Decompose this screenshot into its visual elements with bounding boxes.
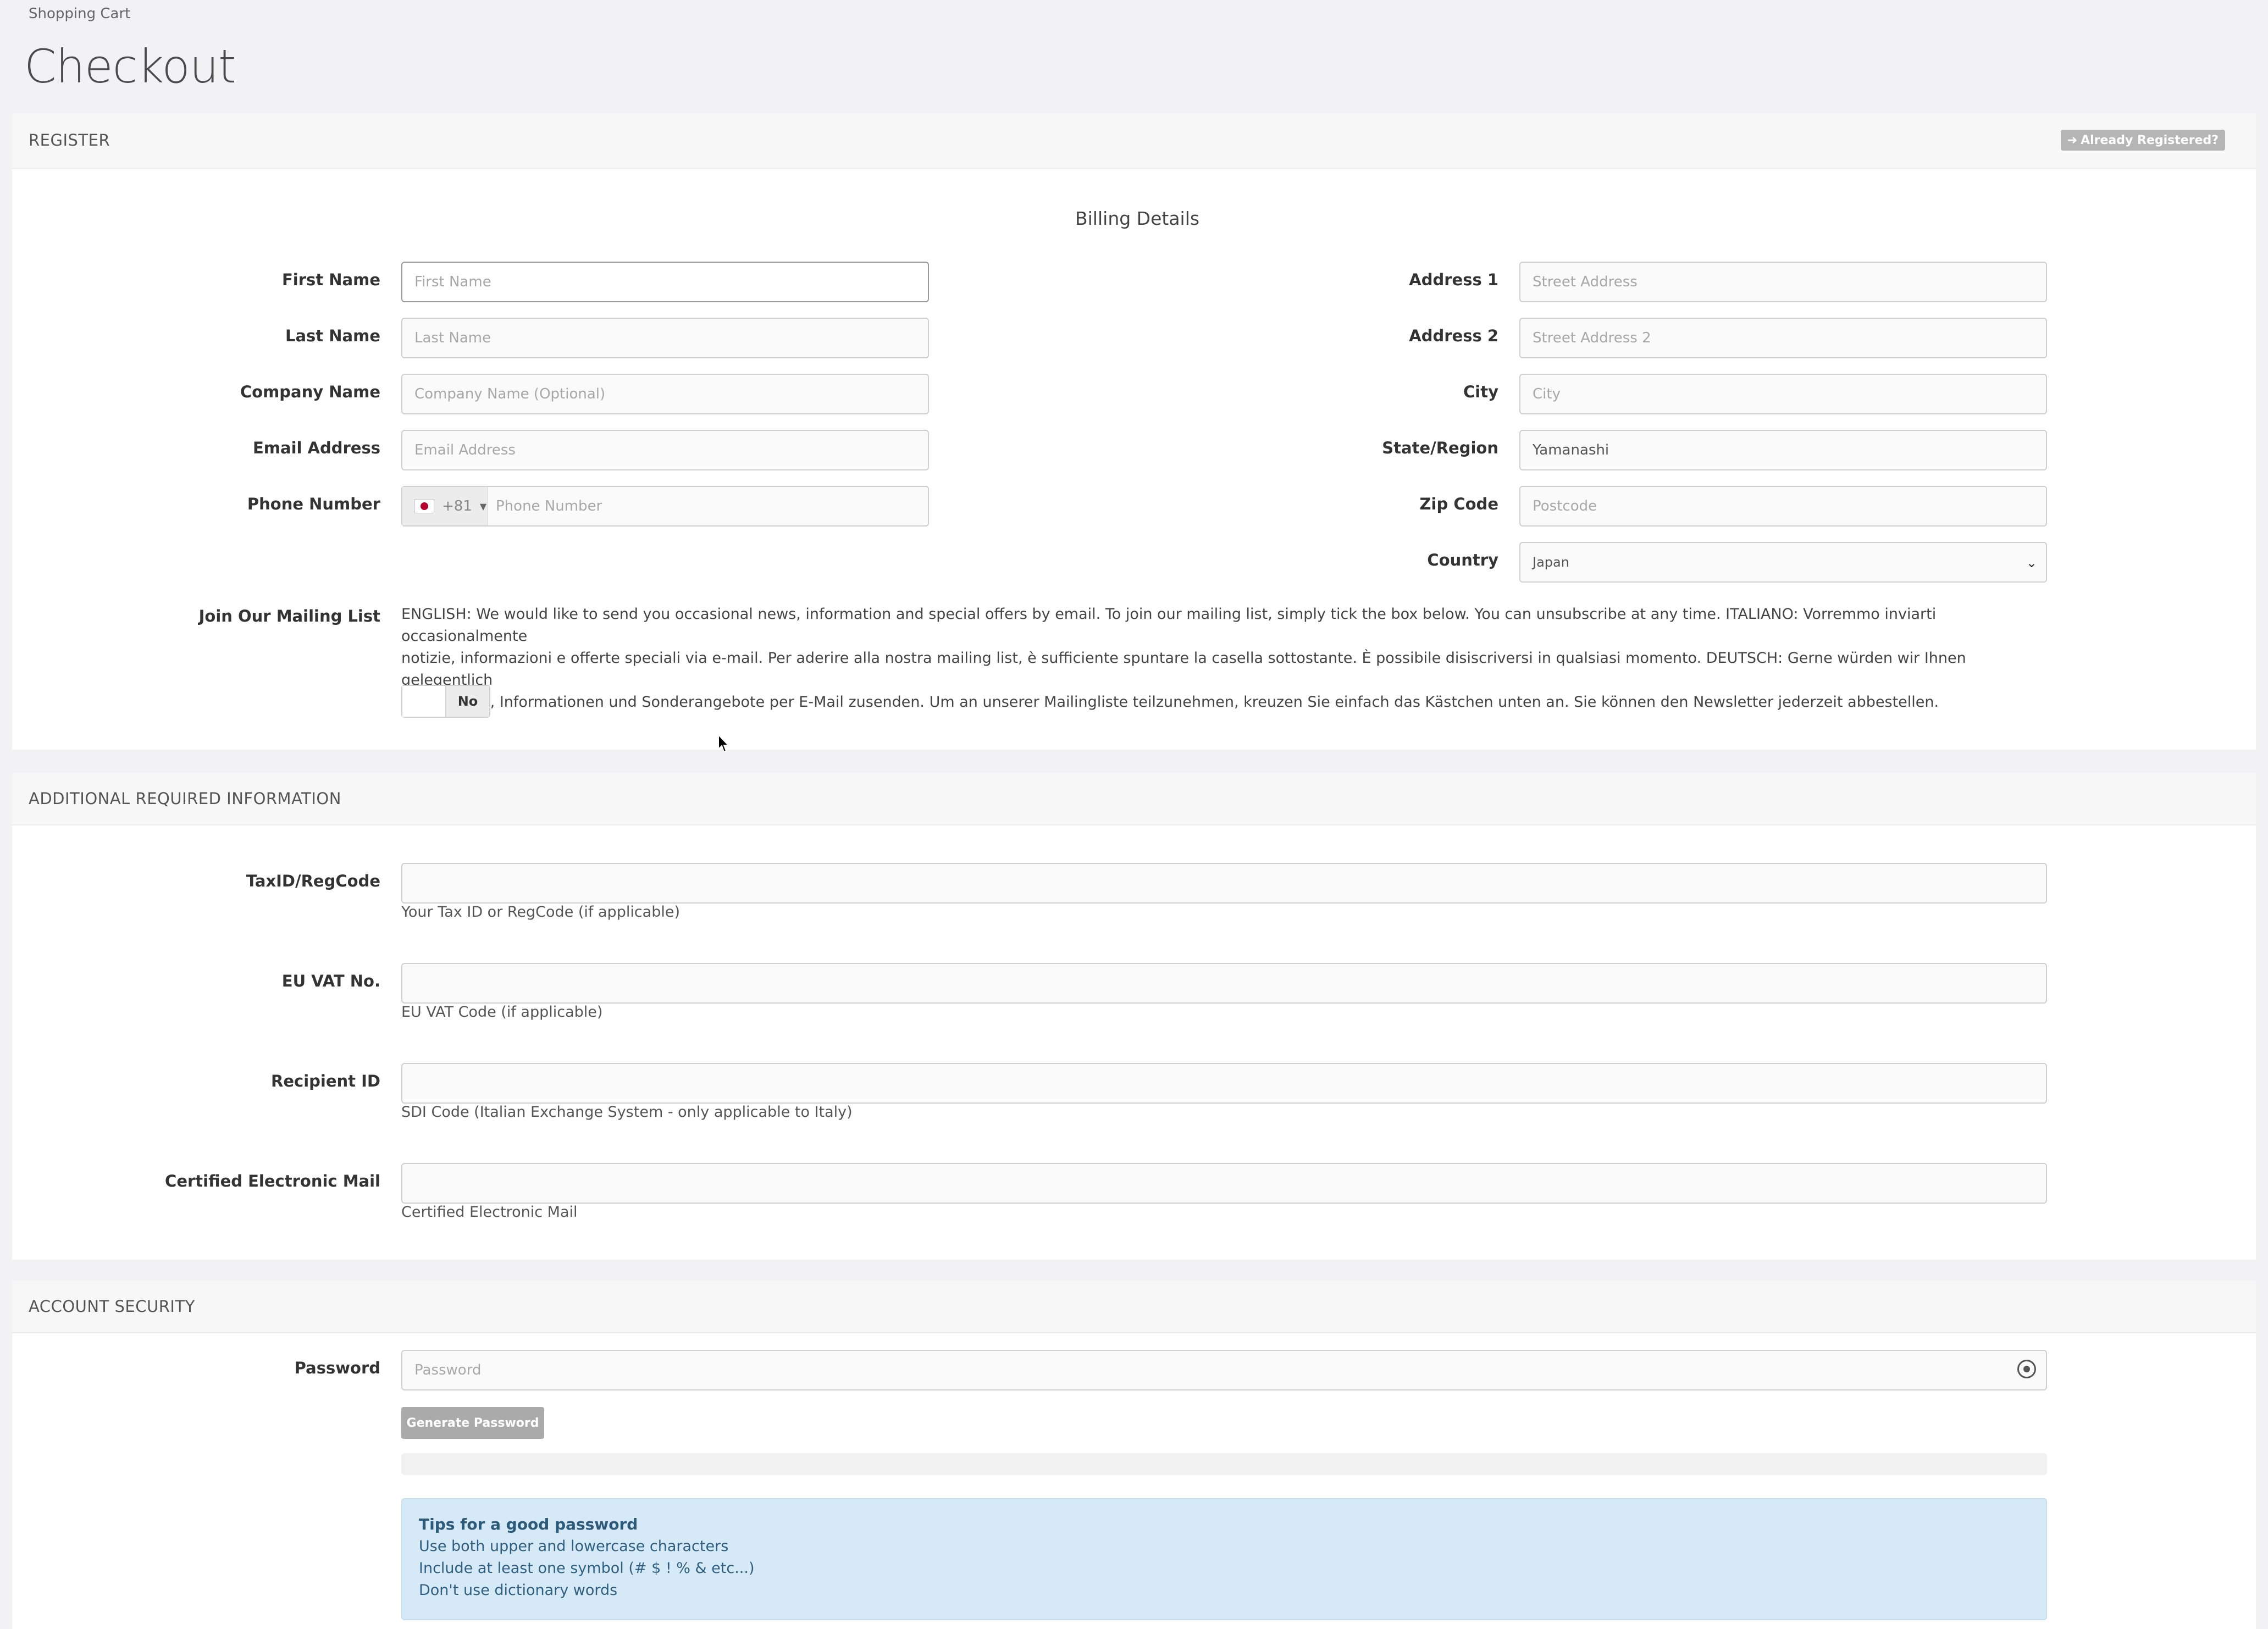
euvat-help: EU VAT Code (if applicable) (401, 1004, 603, 1021)
mouse-cursor-icon (718, 734, 730, 753)
tips-title: Tips for a good password (419, 1515, 638, 1533)
account-security-header: ACCOUNT SECURITY (12, 1281, 2256, 1333)
japan-flag-icon (414, 499, 434, 513)
taxid-label: TaxID/RegCode (246, 872, 380, 890)
mailing-list-label: Join Our Mailing List (198, 607, 380, 625)
additional-info-panel: ADDITIONAL REQUIRED INFORMATION TaxID/Re… (12, 773, 2256, 1260)
zip-label: Zip Code (1419, 495, 1498, 513)
phone-input[interactable] (488, 488, 928, 524)
tips-line-3: Don't use dictionary words (419, 1582, 618, 1599)
breadcrumb[interactable]: Shopping Cart (29, 5, 130, 22)
password-strength-bar (401, 1453, 2047, 1475)
toggle-knob (402, 686, 446, 717)
last-name-label: Last Name (285, 326, 380, 345)
toggle-state-label: No (446, 686, 489, 717)
phone-label: Phone Number (247, 495, 380, 513)
company-name-label: Company Name (240, 383, 380, 401)
country-select[interactable]: Japan ⌄ (1519, 542, 2047, 583)
city-input[interactable] (1519, 374, 2047, 414)
city-label: City (1463, 383, 1498, 401)
address1-label: Address 1 (1409, 270, 1498, 289)
register-panel: REGISTER ➜ Already Registered? Billing D… (12, 113, 2256, 750)
register-title: REGISTER (29, 131, 110, 149)
mailing-list-description: ENGLISH: We would like to send you occas… (401, 606, 1966, 711)
account-security-panel: ACCOUNT SECURITY Password Generate Passw… (12, 1281, 2256, 1629)
billing-details-title: Billing Details (1075, 208, 1200, 229)
account-security-title: ACCOUNT SECURITY (29, 1297, 195, 1316)
state-input[interactable] (1519, 430, 2047, 470)
taxid-help: Your Tax ID or RegCode (if applicable) (401, 904, 681, 921)
mailing-list-toggle[interactable]: No (401, 685, 490, 718)
address1-input[interactable] (1519, 262, 2047, 302)
country-value: Japan (1533, 555, 1569, 570)
euvat-label: EU VAT No. (281, 972, 380, 990)
pec-help: Certified Electronic Mail (401, 1204, 578, 1221)
recipient-id-input[interactable] (401, 1063, 2047, 1104)
password-tips-box: Tips for a good password Use both upper … (401, 1498, 2047, 1620)
company-name-input[interactable] (401, 374, 929, 414)
password-label: Password (294, 1359, 380, 1377)
additional-info-header: ADDITIONAL REQUIRED INFORMATION (12, 773, 2256, 825)
tips-line-2: Include at least one symbol (# $ ! % & e… (419, 1560, 755, 1577)
address2-label: Address 2 (1409, 326, 1498, 345)
already-registered-button[interactable]: ➜ Already Registered? (2060, 130, 2225, 151)
recipient-id-help: SDI Code (Italian Exchange System - only… (401, 1104, 853, 1121)
password-input[interactable] (401, 1350, 2047, 1390)
country-code-selector[interactable]: +81 ▼ (402, 487, 488, 525)
euvat-input[interactable] (401, 963, 2047, 1004)
generate-password-button[interactable]: Generate Password (401, 1407, 544, 1439)
additional-info-title: ADDITIONAL REQUIRED INFORMATION (29, 789, 341, 808)
email-input[interactable] (401, 430, 929, 470)
email-label: Email Address (252, 439, 380, 457)
country-label: Country (1427, 551, 1498, 569)
pec-input[interactable] (401, 1163, 2047, 1204)
last-name-input[interactable] (401, 318, 929, 358)
page-title: Checkout (24, 40, 236, 93)
taxid-input[interactable] (401, 863, 2047, 904)
first-name-label: First Name (282, 270, 380, 289)
phone-field: +81 ▼ (401, 486, 929, 527)
register-panel-header: REGISTER ➜ Already Registered? (12, 113, 2256, 169)
caret-down-icon: ▼ (479, 501, 487, 512)
sign-in-icon: ➜ (2067, 133, 2078, 147)
state-label: State/Region (1382, 439, 1498, 457)
first-name-input[interactable] (401, 262, 929, 302)
zip-input[interactable] (1519, 486, 2047, 527)
pec-label: Certified Electronic Mail (165, 1172, 380, 1190)
address2-input[interactable] (1519, 318, 2047, 358)
dial-code: +81 (442, 498, 472, 514)
recipient-id-label: Recipient ID (271, 1072, 380, 1090)
chevron-down-icon: ⌄ (2026, 555, 2037, 570)
tips-line-1: Use both upper and lowercase characters (419, 1538, 729, 1555)
